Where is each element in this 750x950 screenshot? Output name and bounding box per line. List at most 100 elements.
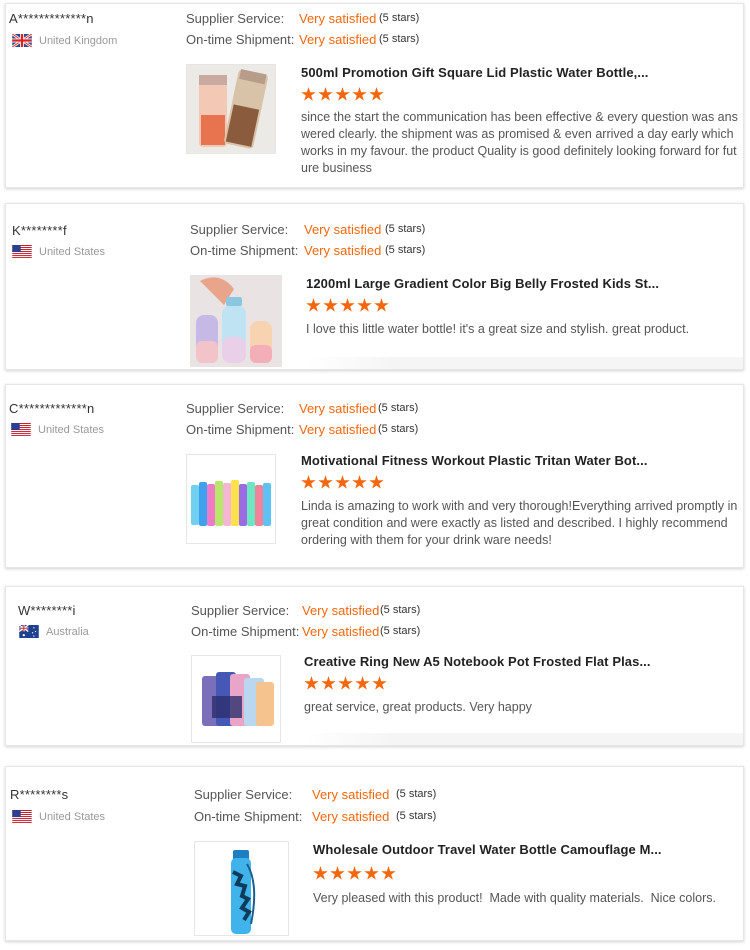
star-icon [318, 87, 333, 101]
supplier-service-value: Very satisfied [304, 222, 382, 237]
star-icon [301, 475, 316, 489]
review-card: K********f United States Supplier Servic… [5, 203, 744, 370]
product-thumbnail[interactable] [186, 64, 276, 154]
reviewer-country: Australia [19, 625, 89, 638]
product-title[interactable]: 500ml Promotion Gift Square Lid Plastic … [301, 65, 649, 80]
star-icon [335, 475, 350, 489]
shipment-row: On-time Shipment: Very satisfied (5 star… [194, 809, 436, 824]
star-icon [352, 87, 367, 101]
supplier-service-value: Very satisfied [299, 401, 377, 416]
reviewer-country: United States [11, 423, 104, 436]
us-flag-icon [12, 245, 32, 258]
rating-stars [304, 676, 387, 691]
reviewer-country: United Kingdom [12, 34, 117, 47]
shipment-row: On-time Shipment: Very satisfied (5 star… [191, 624, 420, 639]
product-thumbnail[interactable] [190, 275, 282, 367]
supplier-service-label: Supplier Service: [191, 603, 290, 618]
supplier-service-label: Supplier Service: [194, 787, 293, 802]
shipment-label: On-time Shipment: [186, 32, 295, 47]
shipment-stars: (5 stars) [385, 244, 426, 256]
supplier-service-value: Very satisfied [312, 787, 390, 802]
reviewer-name: R********s [10, 787, 69, 802]
star-icon [369, 87, 384, 101]
product-thumbnail[interactable] [194, 841, 289, 936]
rating-stars [313, 866, 396, 881]
flat-bottles-image [192, 656, 280, 742]
product-title[interactable]: Motivational Fitness Workout Plastic Tri… [301, 453, 648, 468]
product-title[interactable]: Wholesale Outdoor Travel Water Bottle Ca… [313, 842, 662, 857]
star-icon [364, 866, 379, 880]
shipment-row: On-time Shipment: Very satisfied (5 star… [190, 243, 425, 258]
supplier-service-label: Supplier Service: [190, 222, 289, 237]
product-thumbnail[interactable] [186, 454, 276, 544]
shipment-stars: (5 stars) [396, 810, 437, 822]
review-card: A*************n United Kingdom Supplier … [5, 3, 744, 188]
supplier-service-stars: (5 stars) [379, 12, 420, 24]
star-icon [381, 866, 396, 880]
supplier-service-stars: (5 stars) [385, 223, 426, 235]
star-icon [347, 866, 362, 880]
star-icon [301, 87, 316, 101]
supplier-service-row: Supplier Service: Very satisfied (5 star… [194, 787, 436, 802]
shipment-stars: (5 stars) [380, 625, 421, 637]
star-icon [321, 676, 336, 690]
review-text: I love this little water bottle! it's a … [306, 322, 690, 336]
rating-stars [301, 475, 384, 490]
star-icon [340, 298, 355, 312]
star-icon [323, 298, 338, 312]
supplier-service-value: Very satisfied [302, 603, 380, 618]
star-icon [355, 676, 370, 690]
review-text: since the start the communication has be… [301, 110, 738, 175]
supplier-service-label: Supplier Service: [186, 11, 285, 26]
gradient-bottles-image [190, 275, 282, 367]
star-icon [374, 298, 389, 312]
supplier-service-value: Very satisfied [299, 11, 377, 26]
star-icon [306, 298, 321, 312]
shipment-label: On-time Shipment: [191, 624, 300, 639]
reviewer-name: C*************n [9, 401, 95, 416]
star-icon [335, 87, 350, 101]
review-text: Very pleased with this product! Made wit… [313, 891, 716, 905]
star-icon [318, 475, 333, 489]
shipment-row: On-time Shipment: Very satisfied (5 star… [186, 32, 419, 47]
supplier-service-stars: (5 stars) [380, 604, 421, 616]
product-title[interactable]: Creative Ring New A5 Notebook Pot Froste… [304, 654, 651, 669]
star-icon [352, 475, 367, 489]
review-card: R********s United States Supplier Servic… [5, 766, 744, 941]
shipment-value: Very satisfied [302, 624, 380, 639]
rating-stars [306, 298, 389, 313]
supplier-service-stars: (5 stars) [396, 788, 437, 800]
star-icon [313, 866, 328, 880]
product-title[interactable]: 1200ml Large Gradient Color Big Belly Fr… [306, 276, 659, 291]
country-label: Australia [46, 625, 89, 638]
star-icon [372, 676, 387, 690]
shipment-label: On-time Shipment: [186, 422, 295, 437]
country-label: United States [39, 245, 106, 258]
shipment-value: Very satisfied [312, 809, 390, 824]
au-flag-icon [19, 625, 39, 638]
square-bottles-image [187, 65, 275, 153]
review-text: great service, great products. Very happ… [304, 700, 532, 714]
shipment-value: Very satisfied [299, 32, 377, 47]
scroll-fade [306, 357, 743, 369]
us-flag-icon [11, 423, 31, 436]
star-icon [330, 866, 345, 880]
supplier-service-row: Supplier Service: Very satisfied (5 star… [191, 603, 420, 618]
reviewer-country: United States [12, 245, 105, 258]
star-icon [338, 676, 353, 690]
review-text: Linda is amazing to work with and very t… [301, 499, 738, 547]
reviewer-name: K********f [12, 223, 67, 238]
supplier-service-row: Supplier Service: Very satisfied (5 star… [186, 11, 419, 26]
supplier-service-row: Supplier Service: Very satisfied (5 star… [190, 222, 425, 237]
shipment-value: Very satisfied [299, 422, 377, 437]
shipment-stars: (5 stars) [379, 33, 420, 45]
supplier-service-label: Supplier Service: [186, 401, 285, 416]
star-icon [304, 676, 319, 690]
review-card: C*************n United States Supplier S… [5, 384, 744, 568]
reviewer-country: United States [12, 810, 105, 823]
shipment-label: On-time Shipment: [194, 809, 303, 824]
scroll-fade [304, 733, 743, 745]
product-thumbnail[interactable] [191, 655, 281, 743]
star-icon [369, 475, 384, 489]
shipment-value: Very satisfied [304, 243, 382, 258]
